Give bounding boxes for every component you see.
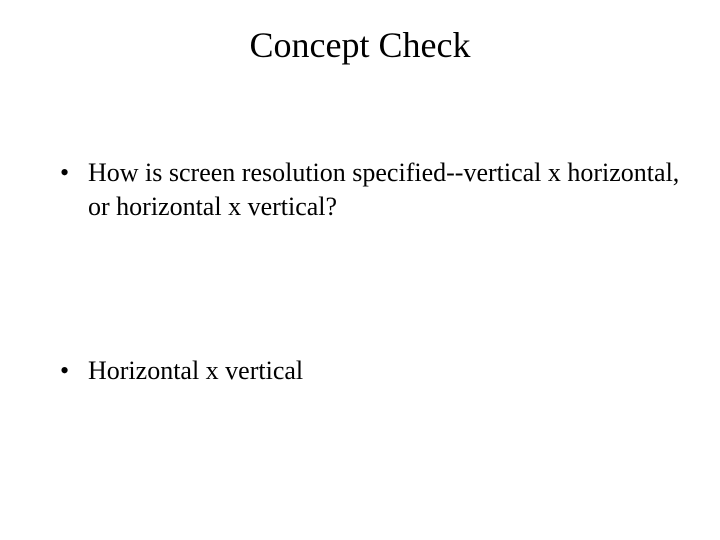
bullet-list: How is screen resolution specified--vert… xyxy=(40,156,680,387)
bullet-item-question: How is screen resolution specified--vert… xyxy=(60,156,680,224)
slide-title: Concept Check xyxy=(40,24,680,66)
bullet-item-answer: Horizontal x vertical xyxy=(60,354,680,388)
